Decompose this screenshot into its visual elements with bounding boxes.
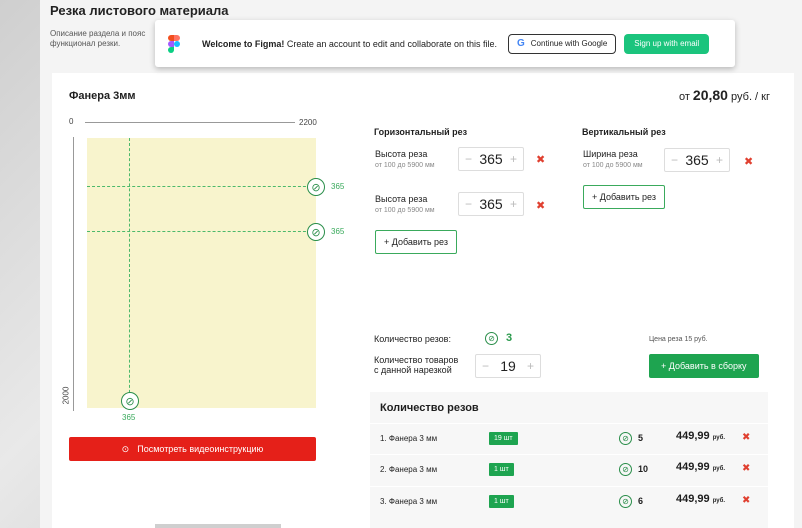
figma-signup-banner: Welcome to Figma! Create an account to e… [155,20,735,67]
section-description: Описание раздела и пояс функционал резки… [50,29,146,48]
bottom-scroll-indicator [155,524,281,528]
minus-icon[interactable]: − [465,152,472,166]
horizontal-cut-line [87,231,316,232]
plus-icon[interactable]: + [510,152,517,166]
cuts-count-value: 3 [506,332,513,344]
table-row: 1. Фанера 3 мм 19 шт ⊘ 5 449,99 руб. ✖ [370,423,768,453]
quantity-label-2: с данной нарезкой [374,365,452,375]
quantity-label-1: Количество товаров [374,355,459,365]
horizontal-cut-range: от 100 до 5900 мм [375,162,435,169]
saw-blade-icon: ⊘ [619,463,632,476]
vertical-cut-title: Вертикальный рез [582,127,666,137]
quantity-badge: 1 шт [489,463,514,476]
origin-label: 0 [69,117,74,126]
delete-x-icon[interactable]: ✖ [536,199,545,212]
delete-x-icon[interactable]: ✖ [742,495,750,506]
minus-icon[interactable]: − [465,197,472,211]
minus-icon[interactable]: − [671,153,678,167]
row-price: 449,99 руб. [676,493,726,505]
vertical-cut-label: 365 [122,413,136,422]
table-row: 2. Фанера 3 мм 1 шт ⊘ 10 449,99 руб. ✖ [370,454,768,484]
sign-up-email-button[interactable]: Sign up with email [624,33,710,54]
cutting-card: Фанера 3мм от 20,80 руб. / кг 0 2200 200… [52,73,794,528]
plus-icon[interactable]: + [527,359,534,373]
row-price: 449,99 руб. [676,461,726,473]
cut-price-note: Цена реза 15 руб. [649,336,708,343]
row-price: 449,99 руб. [676,430,726,442]
add-vertical-cut-button[interactable]: + Добавить рез [583,185,665,209]
horizontal-cut-line [87,186,316,187]
figma-logo-icon [168,34,180,53]
horizontal-cut-stepper[interactable]: − 365 + [458,192,524,216]
delete-x-icon[interactable]: ✖ [536,153,545,166]
google-icon: G [517,38,525,49]
saw-blade-icon[interactable]: ⊘ [307,178,325,196]
saw-blade-icon: ⊘ [485,332,498,345]
row-cuts: 5 [638,433,644,443]
delete-x-icon[interactable]: ✖ [742,463,750,474]
horizontal-cut-label: Высота реза [375,149,428,159]
horizontal-cut-title: Горизонтальный рез [374,127,468,137]
row-cuts: 6 [638,496,644,506]
quantity-stepper[interactable]: − 19 + [475,354,541,378]
figma-welcome-text: Welcome to Figma! Create an account to e… [202,38,497,49]
width-ruler [85,122,295,123]
vertical-cut-range: от 100 до 5900 мм [583,162,643,169]
add-horizontal-cut-button[interactable]: + Добавить рез [375,230,457,254]
section-title: Резка листового материала [50,3,229,18]
product-price: от 20,80 руб. / кг [678,87,770,103]
add-to-assembly-button[interactable]: + Добавить в сборку [649,354,759,378]
saw-blade-icon: ⊘ [619,495,632,508]
horizontal-cut-stepper[interactable]: − 365 + [458,147,524,171]
video-instruction-button[interactable]: ⊙ Посмотреть видеоинструкцию [69,437,316,461]
width-label: 2200 [299,118,317,127]
cuts-table-title: Количество резов [380,402,479,414]
cuts-table: Количество резов 1. Фанера 3 мм 19 шт ⊘ … [370,392,768,528]
height-label: 2000 [61,386,71,405]
row-name: 3. Фанера 3 мм [380,497,438,506]
height-ruler [73,137,74,411]
vertical-cut-stepper[interactable]: − 365 + [664,148,730,172]
saw-blade-icon: ⊘ [619,432,632,445]
plus-icon[interactable]: + [510,197,517,211]
quantity-badge: 19 шт [489,432,518,445]
horizontal-cut-range: от 100 до 5900 мм [375,207,435,214]
vertical-cut-label: Ширина реза [583,149,638,159]
row-cuts: 10 [638,464,649,474]
plus-icon[interactable]: + [716,153,723,167]
material-sheet[interactable] [87,138,316,408]
play-circle-icon: ⊙ [121,443,130,454]
cut-label: 365 [331,227,345,236]
vertical-cut-line [129,138,130,408]
product-title: Фанера 3мм [69,90,136,102]
cut-label: 365 [331,182,345,191]
quantity-badge: 1 шт [489,495,514,508]
continue-with-google-button[interactable]: G Continue with Google [508,33,617,54]
table-row: 3. Фанера 3 мм 1 шт ⊘ 6 449,99 руб. ✖ [370,486,768,516]
saw-blade-icon[interactable]: ⊘ [121,392,139,410]
delete-x-icon[interactable]: ✖ [742,432,750,443]
cuts-count-label: Количество резов: [374,334,451,344]
saw-blade-icon[interactable]: ⊘ [307,223,325,241]
horizontal-cut-label: Высота реза [375,194,428,204]
row-name: 1. Фанера 3 мм [380,434,438,443]
delete-x-icon[interactable]: ✖ [744,155,753,168]
row-name: 2. Фанера 3 мм [380,465,438,474]
minus-icon[interactable]: − [482,359,489,373]
